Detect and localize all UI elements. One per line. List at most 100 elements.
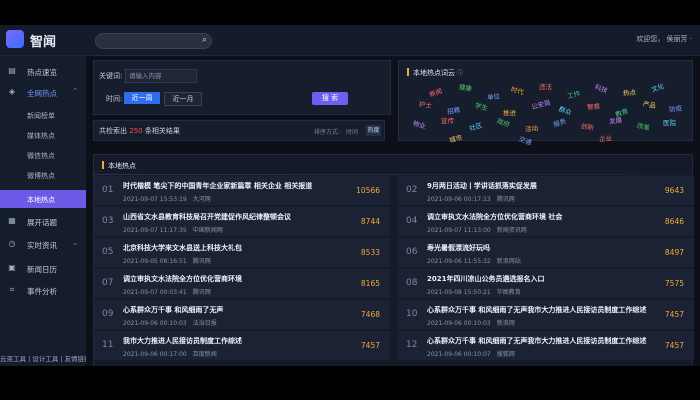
row-title[interactable]: 北京科技大学来文水县送上科技大礼包 [123, 243, 343, 253]
word-cloud-word[interactable]: 推进 [503, 107, 516, 117]
word-cloud-word[interactable]: 警察 [587, 100, 601, 111]
row-hot-score: 7457 [664, 341, 684, 350]
word-cloud-word[interactable]: 时代 [510, 83, 525, 96]
row-hot-score: 8497 [664, 248, 684, 257]
table-row[interactable]: 08 2021年四川凉山公务员遴选报名入口 2021-09-08 15:50:21 华… [398, 269, 694, 298]
table-row[interactable]: 02 9月两日活动丨学讲话抓落实促发展 2021-09-06 00:17:13 腾讯网… [398, 176, 694, 205]
word-cloud-word[interactable]: 产品 [642, 98, 657, 110]
search-icon[interactable]: ⌕ [202, 35, 207, 45]
word-cloud-word[interactable]: 科技 [594, 81, 610, 95]
word-cloud-word[interactable]: 健康 [458, 81, 473, 93]
sidebar-subitem-news-list[interactable]: 新闻榜单 [0, 106, 86, 124]
word-cloud-word[interactable]: 违法 [539, 81, 552, 91]
row-source: 新闻资讯网 [496, 227, 527, 234]
table-row[interactable]: 06 寿光暑假漂流好玩吗 2021-09-06 11:55:32 新浪网站 8497 [398, 238, 694, 267]
table-row[interactable]: 01 时代楷模 笔尖下的中国青年企业家新篇章 相关企业 相关报道 2021-09-0… [94, 176, 390, 205]
user-greeting[interactable]: 欢迎您， 侯丽芳 · [636, 34, 692, 44]
word-cloud-word[interactable]: 服务 [552, 115, 567, 129]
row-title[interactable]: 心系群众万千事 和风细雨了无声我市大力推进人民接访员制度工作综述 [427, 336, 647, 346]
word-cloud-word[interactable]: 医院 [663, 117, 676, 127]
word-cloud-word[interactable]: 社区 [468, 119, 483, 132]
chart-icon: ▤ [8, 66, 16, 75]
hot-list-title: 本地热点 [102, 161, 136, 171]
row-title[interactable]: 时代楷模 笔尖下的中国青年企业家新篇章 相关企业 相关报道 [123, 181, 343, 191]
row-date: 2021-09-08 15:50:21 [427, 289, 491, 296]
row-hot-score: 9643 [664, 186, 684, 195]
row-rank: 07 [102, 278, 114, 288]
word-cloud-word[interactable]: 发展 [608, 114, 623, 126]
row-title[interactable]: 心系群众万千事 和风细雨了无声 [123, 305, 343, 315]
bottom-letterbox [0, 366, 700, 400]
keyword-input[interactable]: 请输入内容 [125, 69, 197, 83]
word-cloud-word[interactable]: 物业 [412, 117, 427, 130]
row-rank: 03 [102, 216, 114, 226]
time-option-week[interactable]: 近一周 [124, 92, 160, 104]
table-row[interactable]: 04 调立审执文水法院全方位优化营商环境 社会 2021-09-07 11:13:0… [398, 207, 694, 236]
word-cloud-word[interactable]: 公安局 [530, 97, 552, 112]
row-title[interactable]: 我市大力推进人民接访员制度工作综述 [123, 336, 343, 346]
sidebar-subitem-local-hot[interactable]: 本地热点 [0, 190, 86, 208]
row-meta: 2021-09-06 00:10:03 法治日报 [123, 318, 223, 327]
word-cloud-word[interactable]: 学生 [474, 99, 489, 112]
row-title[interactable]: 心系群众万千事 和风细雨了无声我市大力推进人民接访员制度工作综述 [427, 305, 647, 315]
word-cloud-word[interactable]: 城市 [448, 131, 463, 144]
row-date: 2021-09-07 15:53:19 [123, 196, 187, 203]
word-cloud-word[interactable]: 防疫 [668, 102, 683, 114]
row-rank: 06 [406, 247, 418, 257]
sidebar-subitem-weibo-hot[interactable]: 微博热点 [0, 166, 86, 184]
row-source: 大河网 [192, 196, 211, 203]
sidebar-item-event-analysis[interactable]: ⌗ 事件分析 [0, 280, 86, 300]
row-meta: 2021-09-08 15:50:21 华图教育 [427, 287, 527, 296]
table-row[interactable]: 07 调立审执文水法院全方位优化营商环境 2021-09-07 00:03:41 腾讯… [94, 269, 390, 298]
word-cloud-word[interactable]: 文化 [650, 80, 665, 94]
word-cloud-word[interactable]: 政府 [496, 115, 512, 129]
row-title[interactable]: 调立审执文水法院全方位优化营商环境 [123, 274, 343, 284]
word-cloud-word[interactable]: 护士 [418, 98, 433, 110]
row-hot-score: 8165 [360, 279, 380, 288]
search-button[interactable]: 搜 索 [312, 92, 348, 105]
word-cloud-word[interactable]: 企业 [599, 132, 613, 143]
row-date: 2021-09-06 00:10:07 [427, 351, 491, 358]
table-row[interactable]: 11 我市大力推进人民接访员制度工作综述 2021-09-06 00:17:00 百度… [94, 331, 390, 360]
sidebar-item-expand-topic[interactable]: ▦ 展开话题 [0, 211, 86, 231]
table-row[interactable]: 10 心系群众万千事 和风细雨了无声我市大力推进人民接访员制度工作综述 2021-0… [398, 300, 694, 329]
word-cloud-word[interactable]: 群众 [558, 103, 574, 117]
word-cloud-word[interactable]: 新闻 [428, 85, 443, 99]
row-meta: 2021-09-06 00:10:07 搜狐网 [427, 349, 521, 358]
word-cloud-word[interactable]: 活动 [525, 122, 539, 133]
row-date: 2021-09-06 11:55:32 [427, 258, 491, 265]
sort-by-hot[interactable]: 热度 [366, 125, 381, 136]
row-title[interactable]: 山西省文水县教育科技局召开党建促作风纪律整顿会议 [123, 212, 343, 222]
sidebar-item-network-hot[interactable]: ◈ 全网热点 ⌃ [0, 82, 86, 102]
info-icon[interactable]: ⓘ [457, 70, 463, 77]
top-letterbox [0, 0, 700, 25]
global-search-input[interactable]: ⌕ [95, 33, 212, 49]
sidebar-item-realtime-news[interactable]: ◷ 实时资讯 ⌄ [0, 234, 86, 254]
row-title[interactable]: 调立审执文水法院全方位优化营商环境 社会 [427, 212, 647, 222]
app-logo-icon[interactable] [6, 30, 24, 48]
word-cloud-word[interactable]: 改革 [636, 119, 651, 132]
sidebar: ▤ 热点速览 ◈ 全网热点 ⌃ 新闻榜单 媒体热点 微信热点 微博热点 本地热点… [0, 56, 86, 366]
sort-by-time[interactable]: 时间 [346, 127, 358, 136]
title-accent-bar [407, 68, 409, 76]
word-cloud-word[interactable]: 单位 [486, 90, 501, 102]
time-option-month[interactable]: 近一月 [164, 92, 202, 106]
sidebar-subitem-wechat-hot[interactable]: 微信热点 [0, 146, 86, 164]
word-cloud-word[interactable]: 热点 [623, 86, 637, 97]
sidebar-subitem-media-hot[interactable]: 媒体热点 [0, 126, 86, 144]
sidebar-item-news-calendar[interactable]: ▣ 新闻日历 [0, 258, 86, 278]
word-cloud-word[interactable]: 交通 [518, 133, 534, 147]
row-title[interactable]: 9月两日活动丨学讲话抓落实促发展 [427, 181, 647, 191]
table-row[interactable]: 03 山西省文水县教育科技局召开党建促作风纪律整顿会议 2021-09-07 11:… [94, 207, 390, 236]
word-cloud-word[interactable]: 工作 [566, 87, 581, 100]
row-title[interactable]: 寿光暑假漂流好玩吗 [427, 243, 647, 253]
sidebar-footer-links[interactable]: 云资工具 | 设计工具 | 友情链接 [0, 353, 86, 363]
table-row[interactable]: 09 心系群众万千事 和风细雨了无声 2021-09-06 00:10:03 法治日报… [94, 300, 390, 329]
sidebar-item-hot-overview[interactable]: ▤ 热点速览 [0, 61, 86, 81]
table-row[interactable]: 05 北京科技大学来文水县送上科技大礼包 2021-09-05 08:16:51 腾讯… [94, 238, 390, 267]
table-row[interactable]: 12 心系群众万千事 和风细雨了无声我市大力推进人民接访员制度工作综述 2021-0… [398, 331, 694, 360]
result-summary-bar: 共检索出 250 条相关结果 排序方式: 时间 热度 [93, 120, 385, 141]
word-cloud-word[interactable]: 创新 [580, 120, 595, 132]
row-title[interactable]: 2021年四川凉山公务员遴选报名入口 [427, 274, 647, 284]
word-cloud-word[interactable]: 宣传 [441, 115, 454, 125]
